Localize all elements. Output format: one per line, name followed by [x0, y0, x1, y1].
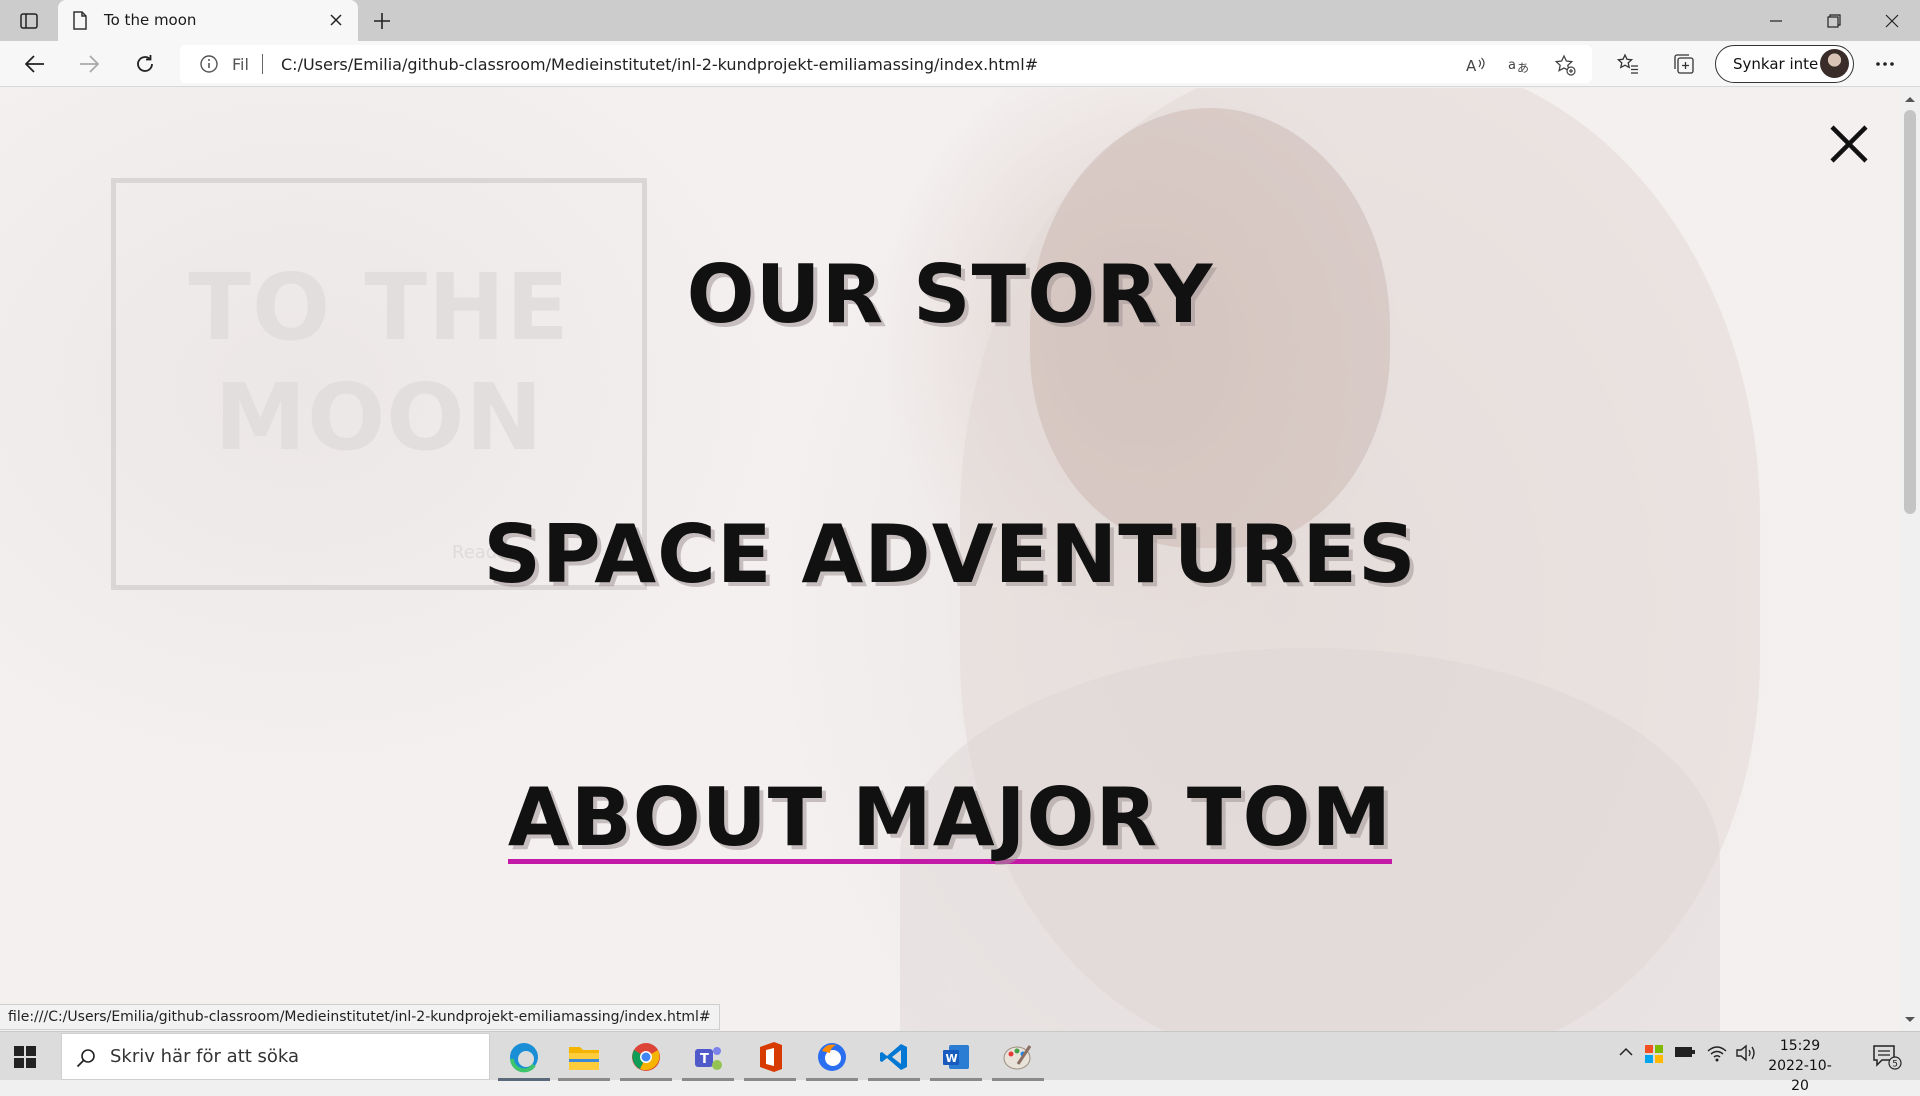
browser-titlebar: To the moon [0, 0, 1920, 41]
sync-label: Synkar inte [1733, 55, 1819, 73]
profile-avatar [1820, 49, 1849, 78]
firefox-app-icon[interactable] [802, 1032, 862, 1081]
link-status-bar: file:///C:/Users/Emilia/github-classroom… [0, 1004, 720, 1030]
taskbar-search-placeholder: Skriv här för att söka [110, 1046, 300, 1067]
scroll-down-icon[interactable] [1904, 1015, 1916, 1025]
edge-app-icon[interactable] [494, 1032, 554, 1081]
new-tab-icon[interactable] [368, 7, 396, 35]
vscode-app-icon[interactable] [864, 1032, 924, 1081]
taskbar-search-box[interactable]: Skriv här för att söka [61, 1033, 490, 1080]
svg-text:A: A [1466, 57, 1477, 74]
collections-icon[interactable] [1669, 49, 1699, 79]
word-app-icon[interactable]: W [926, 1032, 986, 1081]
restore-icon[interactable] [1806, 0, 1862, 41]
nav-link-label: OUR STORY [686, 248, 1214, 341]
svg-text:T: T [700, 1052, 709, 1067]
address-divider [262, 54, 263, 74]
more-menu-icon[interactable] [1870, 49, 1900, 79]
chrome-app-icon[interactable] [616, 1032, 676, 1081]
office-app-icon[interactable] [740, 1032, 800, 1081]
teams-app-icon[interactable]: T [678, 1032, 738, 1081]
battery-icon[interactable] [1674, 1044, 1696, 1064]
page-icon [72, 11, 88, 34]
nav-link-label: SPACE ADVENTURES [483, 508, 1417, 601]
close-tab-icon[interactable] [326, 10, 346, 30]
svg-text:あ: あ [1517, 61, 1529, 75]
address-url[interactable]: C:/Users/Emilia/github-classroom/Mediein… [281, 55, 1038, 74]
svg-text:a: a [1508, 58, 1516, 73]
search-icon [76, 1048, 96, 1072]
store-tray-icon[interactable] [1644, 1044, 1664, 1068]
windows-taskbar: Skriv här för att söka T W 15:29 2022-10… [0, 1031, 1920, 1094]
tab-actions-icon[interactable] [16, 8, 42, 34]
notification-center-icon[interactable]: 5 [1872, 1044, 1902, 1074]
tab-to-the-moon[interactable]: To the moon [58, 0, 358, 41]
minimize-icon[interactable] [1748, 0, 1804, 41]
info-icon[interactable] [200, 55, 218, 77]
scroll-down-arrow-icon [938, 978, 962, 1012]
profile-sync-button[interactable]: Synkar inte [1715, 45, 1854, 83]
wifi-icon[interactable] [1706, 1044, 1728, 1066]
page-viewport: TO THE MOON Read OUR STORY SPACE ADVENTU… [0, 88, 1900, 1031]
close-window-icon[interactable] [1864, 0, 1920, 41]
windows-start-icon[interactable] [14, 1046, 36, 1072]
svg-text:W: W [946, 1052, 958, 1065]
nav-link-label: ABOUT MAJOR TOM [507, 771, 1393, 864]
scrollbar-thumb[interactable] [1904, 110, 1916, 514]
address-prefix: Fil [232, 55, 249, 74]
refresh-icon[interactable] [130, 49, 160, 79]
close-menu-icon[interactable] [1828, 123, 1870, 165]
scroll-up-icon[interactable] [1904, 94, 1916, 104]
browser-toolbar: Fil C:/Users/Emilia/github-classroom/Med… [0, 41, 1920, 87]
page-scrollbar[interactable] [1900, 88, 1920, 1031]
clock-time: 15:29 [1779, 1038, 1821, 1054]
add-favorite-icon[interactable] [1554, 54, 1576, 76]
forward-icon[interactable] [74, 49, 104, 79]
translate-icon[interactable]: aあ [1508, 54, 1530, 76]
nav-link-our-story[interactable]: OUR STORY [0, 248, 1900, 341]
paint-app-icon[interactable] [988, 1032, 1048, 1081]
taskbar-clock[interactable]: 15:29 2022-10-20 [1760, 1036, 1840, 1096]
show-hidden-icons-chevron-icon[interactable] [1618, 1044, 1634, 1064]
favorites-icon[interactable] [1613, 49, 1643, 79]
tab-title: To the moon [104, 11, 197, 29]
hero-title-line-2: MOON [214, 364, 544, 471]
back-icon[interactable] [20, 49, 50, 79]
nav-link-about-major-tom[interactable]: ABOUT MAJOR TOM [0, 771, 1900, 864]
read-aloud-icon[interactable]: A [1464, 54, 1486, 76]
nav-link-space-adventures[interactable]: SPACE ADVENTURES [0, 508, 1900, 601]
address-bar[interactable]: Fil C:/Users/Emilia/github-classroom/Med… [180, 45, 1592, 83]
notification-count: 5 [1892, 1060, 1898, 1070]
clock-date: 2022-10-20 [1768, 1058, 1832, 1094]
volume-icon[interactable] [1736, 1044, 1758, 1066]
file-explorer-app-icon[interactable] [554, 1032, 614, 1081]
